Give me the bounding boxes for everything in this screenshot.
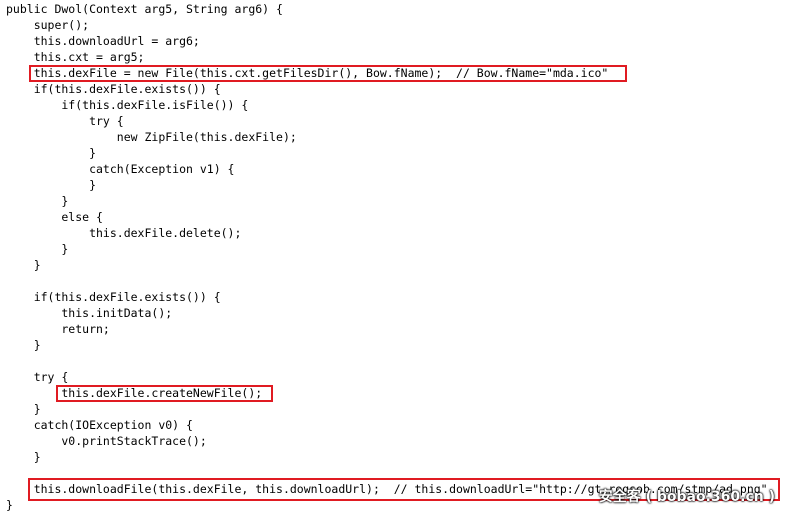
code-line: this.dexFile.delete(); (6, 226, 242, 240)
code-line: try { (6, 114, 124, 128)
highlight-box-create-new-file (56, 385, 273, 402)
code-line: if(this.dexFile.exists()) { (6, 82, 221, 96)
code-line: return; (6, 322, 110, 336)
code-line: } (6, 178, 97, 192)
code-line: } (6, 194, 69, 208)
code-line: } (6, 146, 97, 160)
highlight-box-dexfile-assignment (29, 65, 627, 82)
code-line: this.downloadUrl = arg6; (6, 34, 200, 48)
code-line: if(this.dexFile.isFile()) { (6, 98, 249, 112)
code-line: else { (6, 210, 103, 224)
code-line: super(); (6, 18, 90, 32)
code-line: if(this.dexFile.exists()) { (6, 290, 221, 304)
code-line: v0.printStackTrace(); (6, 434, 207, 448)
code-line: this.cxt = arg5; (6, 50, 145, 64)
code-line: catch(Exception v1) { (6, 162, 235, 176)
code-line: } (6, 402, 41, 416)
code-line: } (6, 498, 13, 512)
code-line: catch(IOException v0) { (6, 418, 193, 432)
code-line: } (6, 338, 41, 352)
code-line: } (6, 450, 41, 464)
code-line: this.initData(); (6, 306, 173, 320)
code-line: public Dwol(Context arg5, String arg6) { (6, 2, 283, 16)
code-line: new ZipFile(this.dexFile); (6, 130, 297, 144)
code-line: } (6, 242, 69, 256)
code-line: try { (6, 370, 69, 384)
watermark: 安全客 ( bobao.360.cn ) (598, 489, 775, 505)
code-line: } (6, 258, 41, 272)
